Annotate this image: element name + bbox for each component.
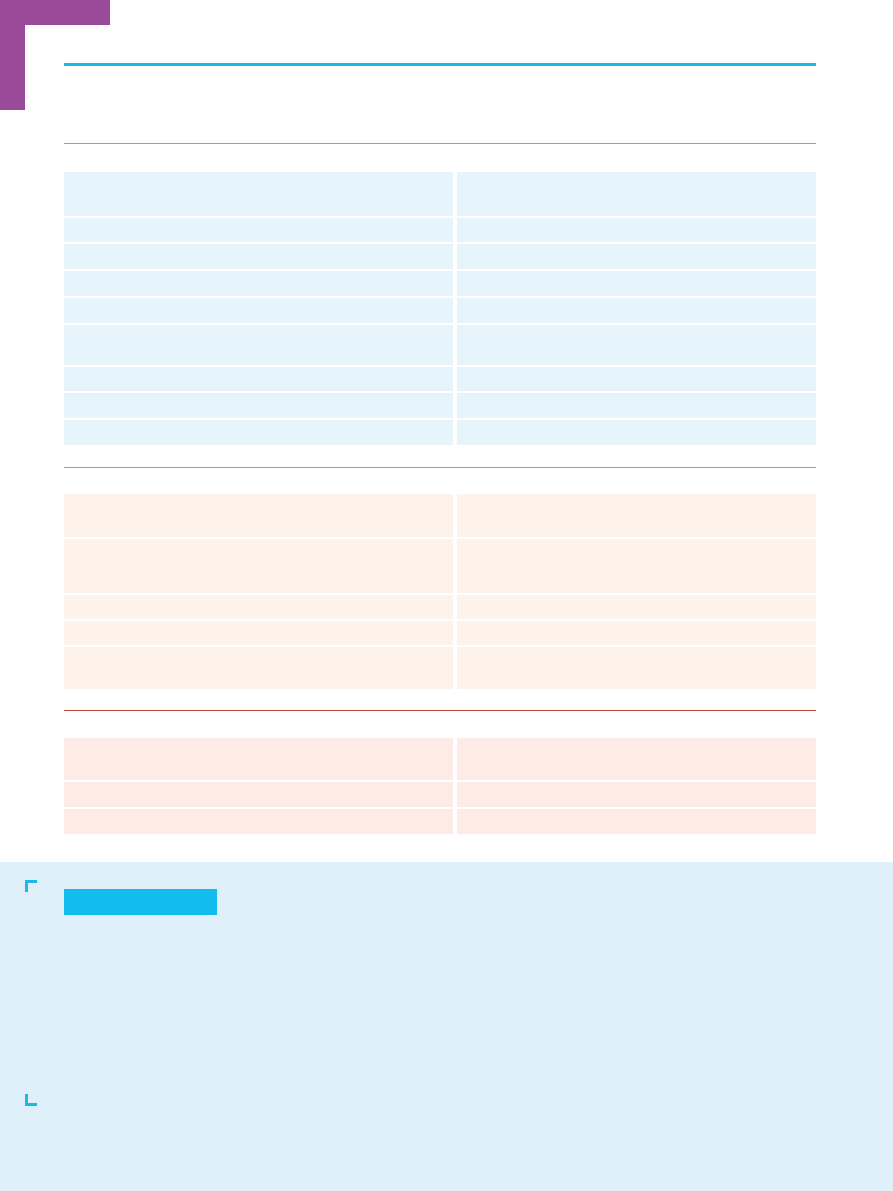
table-row [64, 738, 816, 780]
table-red [64, 738, 816, 836]
table-cell [457, 647, 816, 689]
table-row [64, 809, 816, 834]
section-divider-red [64, 710, 816, 711]
side-tab-decoration [0, 0, 25, 110]
table-cell [457, 494, 816, 537]
corner-bracket-top-icon [25, 880, 37, 892]
table-cell [64, 420, 453, 445]
table-cell [64, 782, 453, 807]
panel-label [64, 889, 217, 915]
table-cell [64, 393, 453, 418]
table-row [64, 244, 816, 269]
table-cell [64, 244, 453, 269]
corner-bracket-bottom-icon [25, 1094, 37, 1106]
table-cell [64, 539, 453, 593]
table-row [64, 325, 816, 365]
table-cell [457, 325, 816, 365]
table-cell [457, 298, 816, 323]
table-row [64, 494, 816, 537]
table-cell [64, 172, 453, 216]
table-cell [64, 367, 453, 391]
table-blue [64, 172, 816, 447]
table-cell [457, 621, 816, 645]
table-row [64, 621, 816, 645]
section-divider-olive [64, 467, 816, 468]
table-row [64, 420, 816, 445]
table-cell [64, 621, 453, 645]
top-rule [64, 63, 816, 66]
table-cell [64, 494, 453, 537]
table-row [64, 172, 816, 216]
table-cell [457, 367, 816, 391]
table-cell [64, 738, 453, 780]
table-cell [457, 172, 816, 216]
table-row [64, 271, 816, 296]
table-orange [64, 494, 816, 691]
table-row [64, 647, 816, 689]
table-cell [457, 738, 816, 780]
table-cell [457, 539, 816, 593]
table-cell [457, 420, 816, 445]
table-cell [64, 595, 453, 619]
table-cell [64, 809, 453, 834]
table-row [64, 539, 816, 593]
section-divider-blue [64, 143, 816, 144]
table-cell [457, 271, 816, 296]
table-cell [457, 809, 816, 834]
table-row [64, 367, 816, 391]
table-row [64, 595, 816, 619]
table-cell [457, 782, 816, 807]
table-row [64, 218, 816, 242]
table-row [64, 298, 816, 323]
table-cell [457, 595, 816, 619]
table-cell [457, 218, 816, 242]
table-cell [64, 298, 453, 323]
table-row [64, 782, 816, 807]
table-row [64, 393, 816, 418]
table-cell [457, 244, 816, 269]
table-cell [64, 271, 453, 296]
table-cell [457, 393, 816, 418]
page-title [64, 76, 816, 136]
table-cell [64, 647, 453, 689]
table-cell [64, 218, 453, 242]
table-cell [64, 325, 453, 365]
